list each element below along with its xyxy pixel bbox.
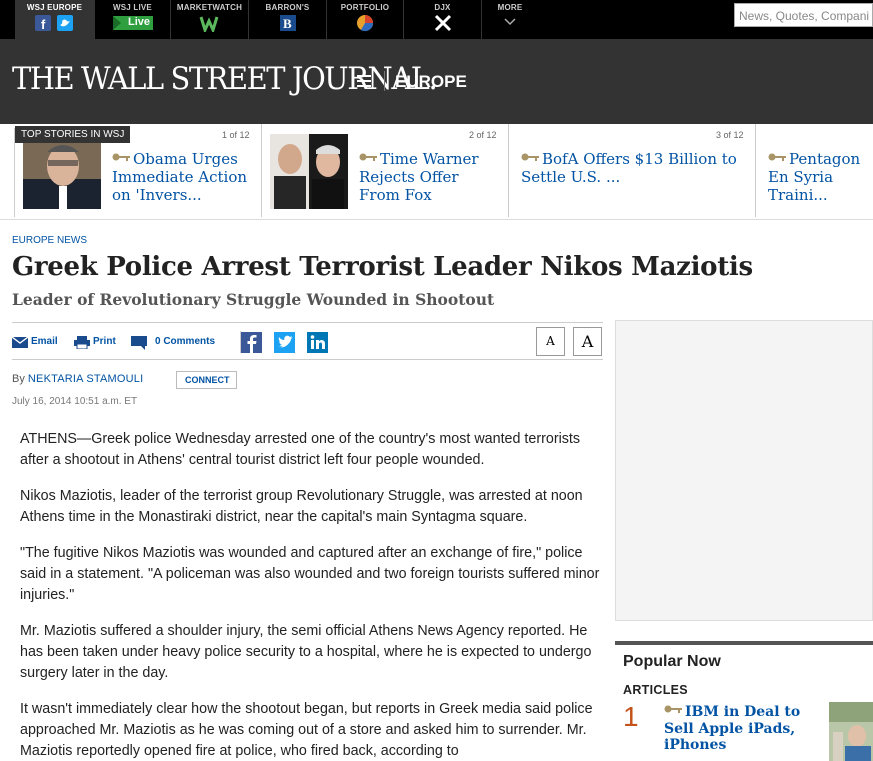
nav-barrons-label: BARRON'S xyxy=(265,3,310,12)
article-paragraph: ATHENS—Greek police Wednesday arrested o… xyxy=(20,431,581,468)
live-badge-text: Live xyxy=(128,16,151,28)
email-icon[interactable] xyxy=(12,337,28,348)
article-title: Greek Police Arrest Terrorist Leader Nik… xyxy=(12,252,753,282)
story-thumbnail[interactable] xyxy=(23,134,101,209)
nav-wsj-live[interactable]: WSJ LIVE Live xyxy=(95,0,171,39)
font-size-decrease-button[interactable]: A xyxy=(536,327,565,356)
story-headline[interactable]: BofA Offers $13 Billion to Settle U.S. .… xyxy=(521,150,746,186)
comments-link[interactable]: 0 Comments xyxy=(155,336,215,347)
search-input[interactable]: News, Quotes, Compani xyxy=(734,3,873,27)
article-body: ATHENS—Greek police Wednesday arrested o… xyxy=(20,429,600,761)
article-paragraph: Nikos Maziotis, leader of the terrorist … xyxy=(20,488,583,525)
story-headline-text: BofA Offers $13 Billion to Settle U.S. .… xyxy=(521,150,737,186)
nav-wsj-europe[interactable]: WSJ EUROPE f xyxy=(15,0,95,39)
nav-marketwatch-label: MARKETWATCH xyxy=(176,3,243,12)
article-paragraph: It wasn't immediately clear how the shoo… xyxy=(20,701,593,759)
chevron-down-icon xyxy=(504,18,516,26)
nav-more-label: MORE xyxy=(497,3,523,12)
top-story-item[interactable]: 3 of 12 BofA Offers $13 Billion to Settl… xyxy=(509,124,756,217)
story-headline[interactable]: Pentagon En Syria Traini... xyxy=(768,150,873,204)
print-link[interactable]: Print xyxy=(93,336,116,347)
nav-wsj-europe-label: WSJ EUROPE xyxy=(26,3,83,12)
menu-icon[interactable] xyxy=(357,75,371,88)
article-timestamp: July 16, 2014 10:51 a.m. ET xyxy=(12,396,138,407)
popular-articles-tab[interactable]: ARTICLES xyxy=(623,683,688,697)
svg-text:f: f xyxy=(41,17,46,32)
key-icon xyxy=(768,153,786,161)
popular-rank: 1 xyxy=(623,701,639,732)
top-story-item[interactable]: 2 of 12 Time Warner Rejects Offer From F… xyxy=(262,124,509,217)
key-icon xyxy=(664,705,682,713)
advertisement-placeholder xyxy=(615,320,873,621)
twitter-icon[interactable] xyxy=(274,332,295,353)
nav-djx-label: DJX xyxy=(434,3,451,12)
connect-button[interactable]: CONNECT xyxy=(176,371,237,389)
nav-barrons[interactable]: BARRON'S B xyxy=(249,0,327,39)
top-stories-strip: TOP STORIES IN WSJ 1 of 12 Obama Urges I… xyxy=(0,124,873,220)
top-stories-label: TOP STORIES IN WSJ xyxy=(15,126,131,143)
nav-djx[interactable]: DJX xyxy=(404,0,482,39)
nav-marketwatch[interactable]: MARKETWATCH xyxy=(171,0,249,39)
djx-x-icon xyxy=(434,14,452,32)
popular-thumbnail[interactable] xyxy=(829,702,873,761)
story-headline-text: Obama Urges Immediate Action on 'Invers.… xyxy=(112,150,248,204)
article-toolbar: Email Print 0 Comments A A xyxy=(12,322,603,360)
facebook-twitter-icon: f xyxy=(35,15,73,32)
comment-icon[interactable] xyxy=(131,336,147,350)
popular-now-title: Popular Now xyxy=(623,653,721,670)
email-link[interactable]: Email xyxy=(31,336,58,347)
facebook-icon[interactable] xyxy=(241,332,262,353)
portfolio-pie-icon xyxy=(357,15,374,32)
story-headline[interactable]: Obama Urges Immediate Action on 'Invers.… xyxy=(112,150,252,204)
masthead: THE WALL STREET JOURNAL. EUROPE xyxy=(0,39,873,124)
key-icon xyxy=(112,153,130,161)
popular-headline[interactable]: IBM in Deal to Sell Apple iPads, iPhones xyxy=(664,704,824,754)
story-count: 2 of 12 xyxy=(469,130,497,140)
key-icon xyxy=(521,153,539,161)
article-paragraph: Mr. Maziotis suffered a shoulder injury,… xyxy=(20,623,592,681)
edition-label[interactable]: EUROPE xyxy=(395,72,467,92)
article-paragraph: "The fugitive Nikos Maziotis was wounded… xyxy=(20,545,600,603)
story-count: 1 of 12 xyxy=(222,130,250,140)
masthead-divider xyxy=(384,71,385,91)
story-count: 3 of 12 xyxy=(716,130,744,140)
linkedin-icon[interactable] xyxy=(307,332,328,353)
byline-prefix: By xyxy=(12,373,25,385)
byline: By NEKTARIA STAMOULI xyxy=(12,373,143,385)
story-thumbnail[interactable] xyxy=(270,134,348,209)
top-story-item[interactable]: Pentagon En Syria Traini... xyxy=(756,124,873,217)
key-icon xyxy=(359,153,377,161)
nav-portfolio[interactable]: PORTFOLIO xyxy=(327,0,404,39)
font-size-increase-button[interactable]: A xyxy=(573,327,602,356)
popular-now-panel: Popular Now ARTICLES 1 IBM in Deal to Se… xyxy=(615,641,873,761)
section-label[interactable]: EUROPE NEWS xyxy=(12,235,87,246)
story-headline[interactable]: Time Warner Rejects Offer From Fox xyxy=(359,150,504,204)
marketwatch-logo-icon xyxy=(199,16,219,32)
top-navigation-bar: WSJ EUROPE f WSJ LIVE Live MARKETWATCH B… xyxy=(0,0,873,39)
print-icon[interactable] xyxy=(74,336,90,349)
article-subtitle: Leader of Revolutionary Struggle Wounded… xyxy=(12,290,495,309)
author-link[interactable]: NEKTARIA STAMOULI xyxy=(28,373,143,385)
nav-more[interactable]: MORE xyxy=(482,0,538,39)
nav-portfolio-label: PORTFOLIO xyxy=(340,3,390,12)
barrons-logo-icon: B xyxy=(280,15,296,31)
popular-headline-text: IBM in Deal to Sell Apple iPads, iPhones xyxy=(664,704,801,753)
svg-text:B: B xyxy=(283,16,292,31)
wsj-logo[interactable]: THE WALL STREET JOURNAL. xyxy=(12,61,438,97)
nav-wsj-live-label: WSJ LIVE xyxy=(113,3,152,12)
